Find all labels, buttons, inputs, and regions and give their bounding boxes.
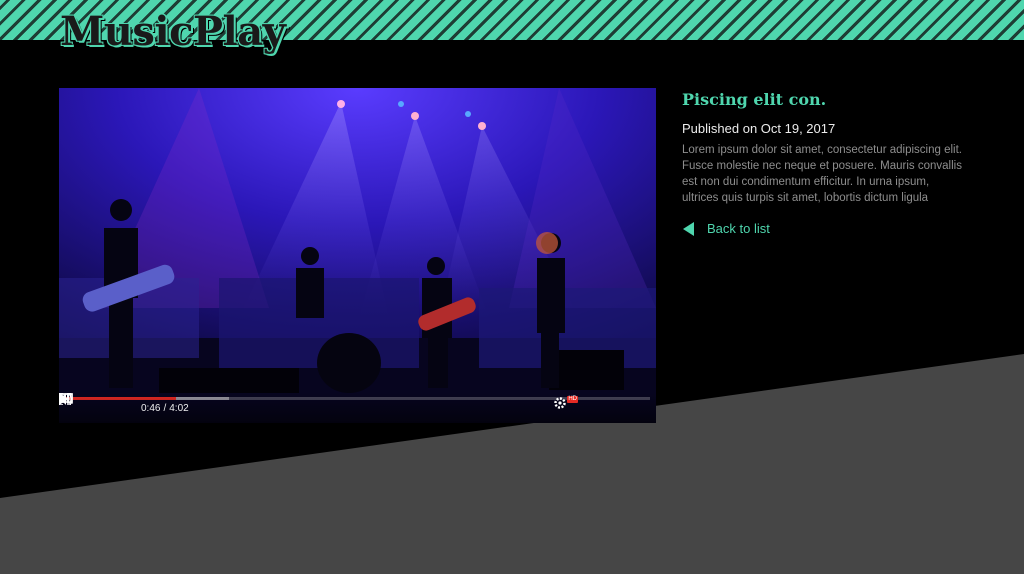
time-separator: / [163,402,167,414]
app-logo[interactable]: MusicPlay [60,8,286,55]
back-to-list-link[interactable]: Back to list [682,221,972,236]
video-title: Piscing elit con. [682,90,827,109]
fullscreen-icon[interactable] [59,393,650,419]
video-frame [59,88,656,423]
next-icon[interactable] [59,393,113,419]
duration: 4:02 [169,402,189,414]
back-arrow-icon [683,221,694,236]
published-date: Published on Oct 19, 2017 [682,121,836,136]
current-time: 0:46 [141,402,161,414]
volume-icon[interactable] [59,393,137,419]
video-description: Lorem ipsum dolor sit amet, consectetur … [682,144,962,204]
video-player[interactable]: 0:46 / 4:02 HD [59,88,656,423]
settings-icon[interactable]: HD [554,396,578,419]
back-link-label: Back to list [707,221,770,236]
hd-badge: HD [567,396,578,403]
theater-mode-icon[interactable] [59,393,602,419]
player-controls: 0:46 / 4:02 HD [59,393,656,423]
cast-icon[interactable] [59,393,626,419]
video-details: Piscing elit con. Published on Oct 19, 2… [682,88,972,236]
